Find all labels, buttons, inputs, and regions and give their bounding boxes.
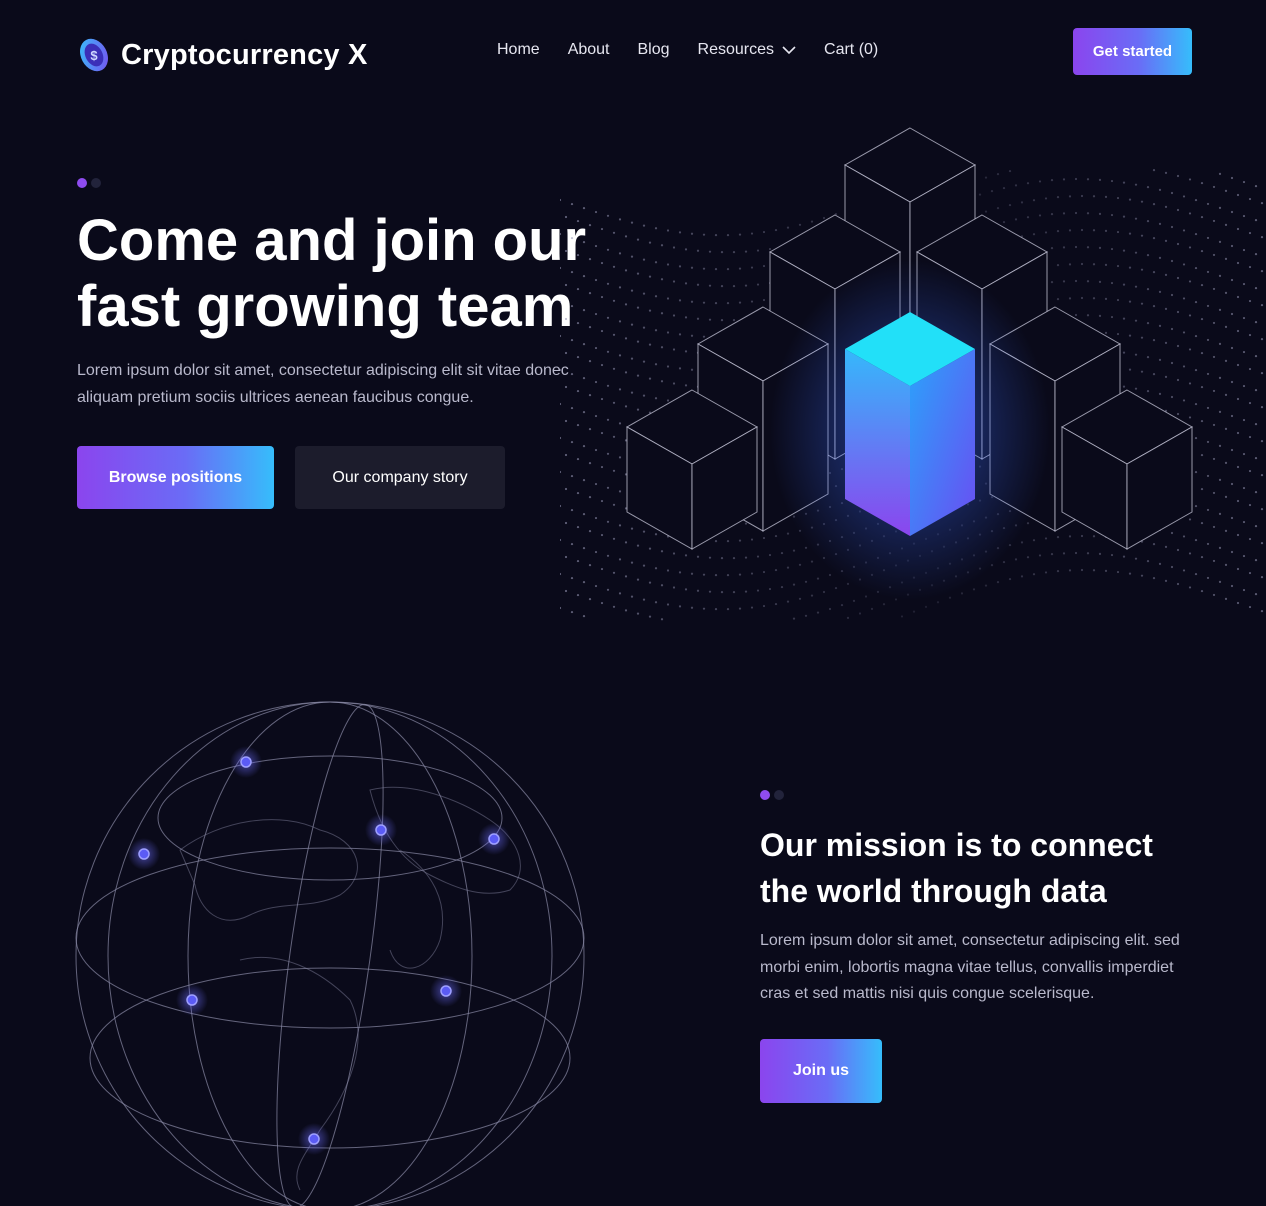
mission-description: Lorem ipsum dolor sit amet, consectetur … — [760, 932, 1180, 1002]
brand-name: Cryptocurrency X — [121, 38, 368, 71]
nav-blog-label: Blog — [637, 41, 670, 58]
page: $ Cryptocurrency X Home About Blog Resou… — [0, 0, 1266, 1206]
nav-home[interactable]: Home — [497, 41, 540, 59]
hero-title: Come and join our fast growing team — [77, 208, 587, 339]
nav-about-label: About — [567, 41, 610, 58]
indicator-dot[interactable] — [91, 178, 101, 188]
mission-title: Our mission is to connect the world thro… — [760, 827, 1153, 909]
nav-cart[interactable]: Cart (0) — [824, 41, 878, 59]
indicator-dot[interactable] — [774, 790, 784, 800]
indicator-dot-active[interactable] — [760, 790, 770, 800]
world-globe-illustration — [75, 701, 585, 1206]
svg-text:$: $ — [90, 48, 98, 63]
nav-resources-dropdown[interactable]: Resources — [698, 41, 796, 59]
isometric-blocks-illustration — [560, 127, 1264, 621]
nav-about[interactable]: About — [568, 41, 610, 59]
nav-resources-label: Resources — [697, 41, 775, 58]
company-story-button[interactable]: Our company story — [295, 446, 505, 509]
brand-logo[interactable]: $ Cryptocurrency X — [77, 34, 368, 76]
get-started-button[interactable]: Get started — [1073, 28, 1192, 75]
hero-description: Lorem ipsum dolor sit amet, consectetur … — [77, 362, 569, 406]
nav-blog[interactable]: Blog — [638, 41, 670, 59]
indicator-dot-active[interactable] — [77, 178, 87, 188]
join-us-button[interactable]: Join us — [760, 1039, 882, 1103]
browse-positions-button[interactable]: Browse positions — [77, 446, 274, 509]
mission-slide-indicator — [760, 790, 784, 800]
nav-cart-label: Cart (0) — [824, 41, 879, 58]
nav-home-label: Home — [497, 41, 540, 58]
chevron-down-icon — [782, 46, 796, 55]
dollar-coin-icon: $ — [80, 38, 108, 72]
hero-slide-indicator — [77, 178, 101, 188]
main-nav: Home About Blog Resources Cart (0) — [497, 41, 878, 59]
